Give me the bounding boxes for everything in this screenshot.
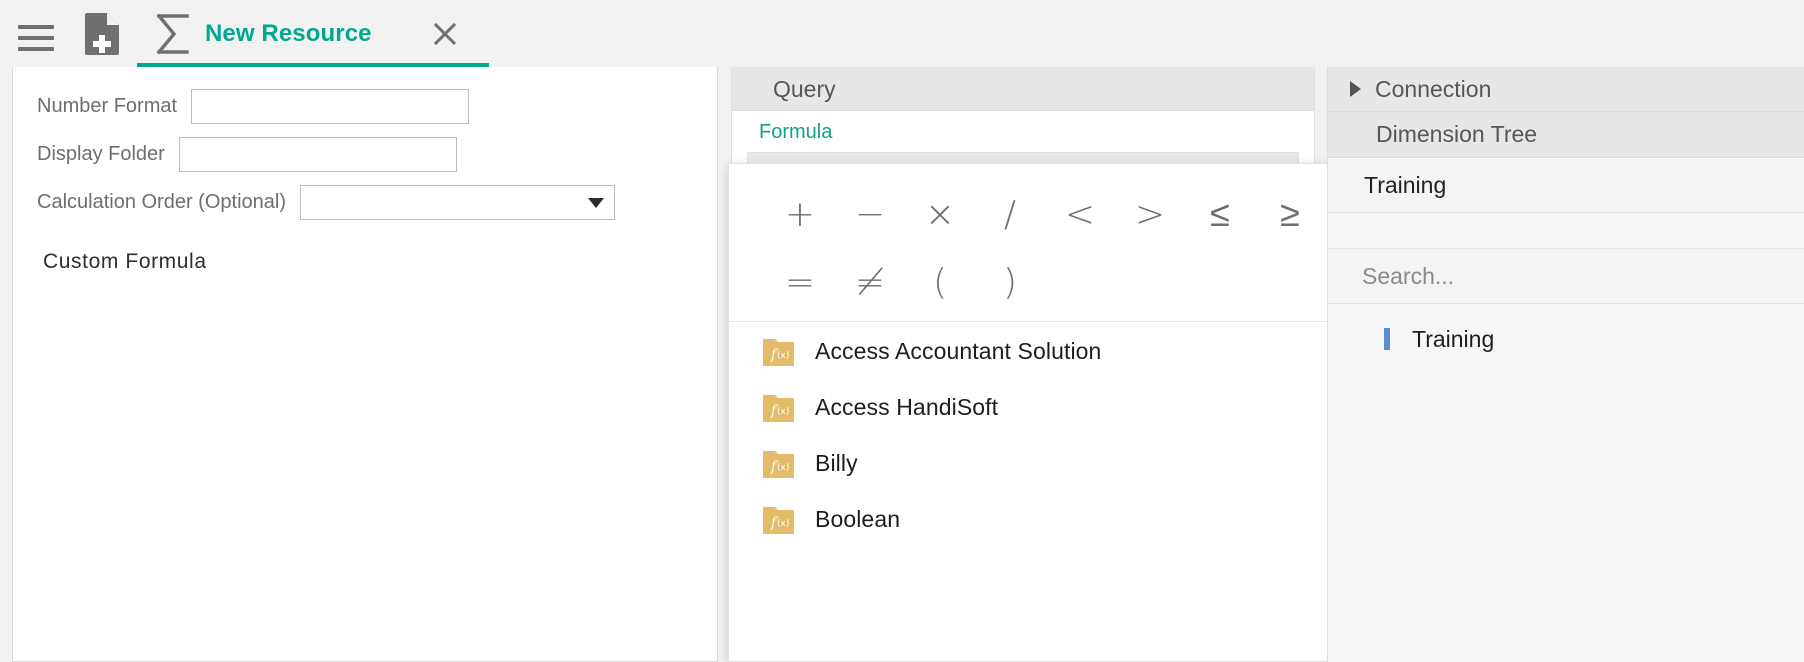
display-folder-label: Display Folder (37, 143, 165, 165)
svg-text:(x): (x) (777, 519, 789, 529)
list-item[interactable]: f (x) Boolean (729, 491, 1396, 547)
operator-keypad: + − × / < > ≤ ≥ = ≠ ( ) (729, 164, 1396, 322)
hamburger-bar (18, 25, 54, 29)
operator-less-equal[interactable]: ≤ (1185, 186, 1255, 242)
list-item-label: Boolean (815, 505, 901, 532)
dimension-tree-node-label: Training (1412, 325, 1495, 352)
tab-label: New Resource (205, 20, 372, 47)
query-panel-title: Query (773, 76, 836, 102)
operator-row-2: = ≠ ( ) (765, 254, 1045, 310)
dimension-search-placeholder: Search... (1362, 262, 1455, 289)
triangle-right-icon (1350, 81, 1361, 97)
list-item[interactable]: f (x) Access Accountant Solution (729, 323, 1396, 379)
dimension-tree-title: Dimension Tree (1376, 121, 1538, 147)
connection-section-header[interactable]: Connection (1328, 67, 1804, 112)
number-format-input[interactable] (191, 89, 470, 124)
svg-text:(x): (x) (777, 407, 789, 417)
operator-close-paren[interactable]: ) (975, 254, 1045, 310)
function-folder-icon: f (x) (763, 448, 794, 478)
new-document-icon[interactable] (80, 10, 126, 58)
dimension-tree-header: Dimension Tree (1328, 112, 1804, 158)
hamburger-menu-icon[interactable] (14, 12, 58, 56)
right-side-panel: Connection Dimension Tree Training Searc… (1327, 67, 1804, 662)
operator-equals[interactable]: = (765, 254, 835, 310)
dimension-search-input[interactable]: Search... (1328, 248, 1804, 304)
operator-not-equals[interactable]: ≠ (835, 254, 905, 310)
list-item[interactable]: f (x) Billy (729, 435, 1396, 491)
top-toolbar: New Resource (0, 0, 1804, 68)
dimension-selector[interactable]: Training (1328, 159, 1804, 213)
query-panel-header: Query (732, 67, 1314, 111)
operator-multiply[interactable]: × (905, 186, 975, 242)
operator-plus[interactable]: + (765, 186, 835, 242)
svg-text:(x): (x) (777, 351, 789, 361)
operator-greater-than[interactable]: > (1115, 186, 1185, 242)
operator-greater-equal[interactable]: ≥ (1255, 186, 1325, 242)
form-row-display-folder: Display Folder (37, 137, 457, 172)
node-marker-icon (1384, 328, 1390, 350)
list-item-label: Access HandiSoft (815, 393, 999, 420)
function-folder-icon: f (x) (763, 392, 794, 422)
hamburger-bar (18, 36, 54, 40)
operator-open-paren[interactable]: ( (905, 254, 975, 310)
number-format-label: Number Format (37, 95, 178, 117)
display-folder-input[interactable] (178, 137, 457, 172)
form-row-number-format: Number Format (37, 89, 470, 124)
function-picker-popup: + − × / < > ≤ ≥ = ≠ ( ) f (x) Access Acc… (728, 163, 1397, 662)
calculation-order-label: Calculation Order (Optional) (37, 191, 286, 213)
chevron-down-icon (588, 197, 604, 208)
formula-label: Formula (759, 121, 833, 143)
operator-minus[interactable]: − (835, 186, 905, 242)
function-folder-icon: f (x) (763, 336, 794, 366)
function-folder-icon: f (x) (763, 504, 794, 534)
operator-divide[interactable]: / (975, 186, 1045, 242)
dimension-tree-node[interactable]: Training (1328, 312, 1804, 366)
dimension-selector-value: Training (1364, 172, 1447, 198)
function-category-list: f (x) Access Accountant Solution f (x) A… (729, 323, 1396, 661)
close-icon[interactable] (425, 14, 465, 54)
operator-row-1: + − × / < > ≤ ≥ (765, 186, 1325, 242)
list-item[interactable]: f (x) Access HandiSoft (729, 379, 1396, 435)
operator-less-than[interactable]: < (1045, 186, 1115, 242)
form-row-calculation-order: Calculation Order (Optional) (37, 185, 615, 220)
hamburger-bar (18, 47, 54, 51)
custom-formula-heading: Custom Formula (43, 250, 207, 273)
list-item-label: Billy (815, 449, 858, 476)
svg-text:(x): (x) (777, 463, 789, 473)
list-item-label: Access Accountant Solution (815, 337, 1102, 364)
connection-label: Connection (1375, 75, 1492, 102)
calculation-order-select[interactable] (300, 185, 615, 220)
resource-form-card: Number Format Display Folder Calculation… (12, 67, 718, 662)
